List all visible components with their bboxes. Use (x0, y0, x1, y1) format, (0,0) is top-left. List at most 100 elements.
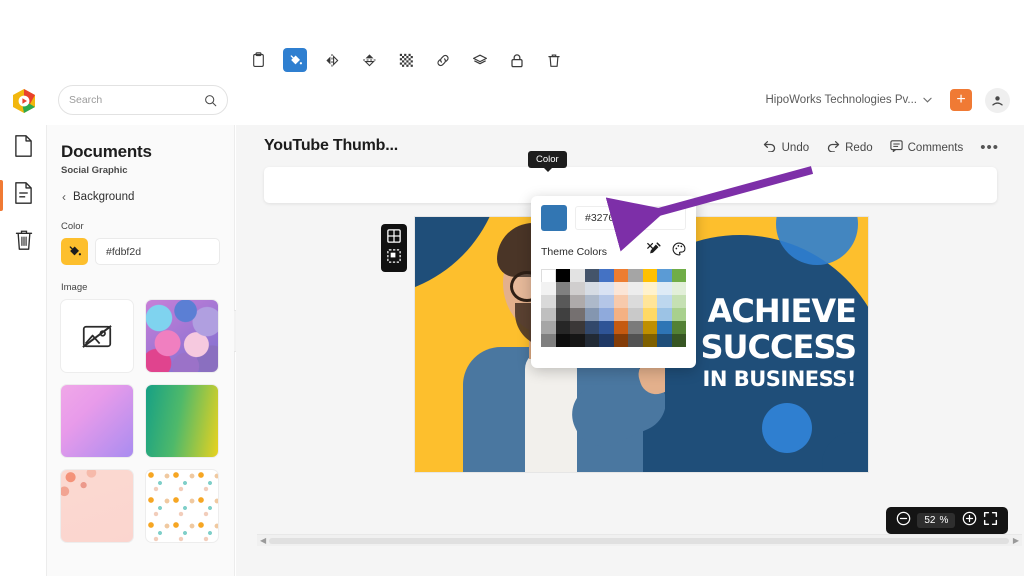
hex-value-field[interactable]: #3276b3 (575, 206, 686, 230)
color-swatch-1-4[interactable] (599, 282, 614, 295)
add-new-button[interactable]: + (950, 89, 972, 111)
search-icon[interactable] (204, 94, 217, 107)
color-swatch-3-3[interactable] (584, 308, 599, 321)
color-swatch-2-7[interactable] (642, 295, 657, 308)
lock-icon[interactable] (505, 48, 529, 72)
color-swatch-3-1[interactable] (555, 308, 570, 321)
color-swatch-1-8[interactable] (657, 282, 672, 295)
background-color-hex-input[interactable]: #fdbf2d (95, 238, 220, 265)
thumbnail-green-yellow-gradient[interactable] (145, 384, 219, 458)
document-title[interactable]: YouTube Thumb... (264, 137, 398, 155)
clipboard-icon[interactable] (246, 48, 270, 72)
color-swatch-4-3[interactable] (584, 321, 599, 334)
color-swatch-3-5[interactable] (613, 308, 628, 321)
color-swatch-3-9[interactable] (671, 308, 686, 321)
selection-tools-widget[interactable] (381, 224, 407, 272)
color-swatch-3-0[interactable] (541, 308, 556, 321)
zoom-out-button[interactable] (896, 511, 911, 531)
zoom-level-display[interactable]: 52 % (917, 513, 956, 528)
undo-button[interactable]: Undo (763, 140, 809, 155)
search-box[interactable] (58, 85, 228, 115)
selected-color-swatch[interactable] (541, 205, 567, 231)
color-swatch-2-0[interactable] (541, 295, 556, 308)
eyedropper-none-icon[interactable] (647, 242, 661, 261)
color-swatch-5-8[interactable] (657, 334, 672, 347)
search-input[interactable] (69, 94, 204, 106)
color-swatch-1-9[interactable] (671, 282, 686, 295)
color-swatch-2-6[interactable] (628, 295, 643, 308)
theme-color-swatches[interactable] (541, 269, 686, 347)
color-swatch-5-5[interactable] (613, 334, 628, 347)
color-picker-popup[interactable]: #3276b3 Theme Colors (531, 196, 696, 368)
color-swatch-2-9[interactable] (671, 295, 686, 308)
crop-icon[interactable] (387, 248, 401, 268)
color-swatch-1-6[interactable] (628, 282, 643, 295)
expand-icon[interactable] (983, 511, 998, 531)
color-swatch-4-9[interactable] (671, 321, 686, 334)
fill-bucket-icon[interactable] (283, 48, 307, 72)
scroll-left-arrow[interactable]: ◀ (260, 536, 266, 545)
color-swatch-4-4[interactable] (599, 321, 614, 334)
zoom-control[interactable]: 52 % (886, 507, 1008, 534)
color-swatch-2-1[interactable] (555, 295, 570, 308)
color-swatch-1-0[interactable] (541, 282, 556, 295)
background-fill-bucket-button[interactable] (61, 238, 88, 265)
color-swatch-2-3[interactable] (584, 295, 599, 308)
user-avatar-icon[interactable] (985, 88, 1010, 113)
color-swatch-2-5[interactable] (613, 295, 628, 308)
color-swatch-3-2[interactable] (570, 308, 585, 321)
color-swatch-5-3[interactable] (584, 334, 599, 347)
color-swatch-1-1[interactable] (555, 282, 570, 295)
flip-vertical-icon[interactable] (357, 48, 381, 72)
comments-button[interactable]: Comments (889, 140, 963, 155)
horizontal-scrollbar[interactable]: ◀ ▶ (257, 534, 1022, 546)
thumbnail-pink-floral[interactable] (60, 469, 134, 543)
chevron-down-icon[interactable] (923, 95, 932, 105)
redo-button[interactable]: Redo (826, 140, 873, 155)
color-swatch-2-2[interactable] (570, 295, 585, 308)
color-swatch-2-4[interactable] (599, 295, 614, 308)
color-swatch-4-6[interactable] (628, 321, 643, 334)
flip-horizontal-icon[interactable] (320, 48, 344, 72)
sidebar-item-pages[interactable] (0, 125, 47, 172)
color-swatch-3-4[interactable] (599, 308, 614, 321)
color-swatch-3-6[interactable] (628, 308, 643, 321)
more-options-button[interactable]: ••• (980, 140, 999, 155)
app-logo-icon[interactable] (11, 88, 37, 114)
color-swatch-1-7[interactable] (642, 282, 657, 295)
color-swatch-4-0[interactable] (541, 321, 556, 334)
color-swatch-2-8[interactable] (657, 295, 672, 308)
scroll-right-arrow[interactable]: ▶ (1013, 536, 1019, 545)
color-swatch-4-2[interactable] (570, 321, 585, 334)
color-swatch-5-1[interactable] (555, 334, 570, 347)
color-swatch-3-8[interactable] (657, 308, 672, 321)
palette-icon[interactable] (672, 242, 686, 261)
color-swatch-4-1[interactable] (555, 321, 570, 334)
color-swatch-5-0[interactable] (541, 334, 556, 347)
grid-icon[interactable] (387, 228, 401, 248)
link-icon[interactable] (431, 48, 455, 72)
color-swatch-4-7[interactable] (642, 321, 657, 334)
color-swatch-4-5[interactable] (613, 321, 628, 334)
scrollbar-thumb[interactable] (269, 538, 1009, 544)
color-swatch-5-7[interactable] (642, 334, 657, 347)
color-swatch-1-5[interactable] (613, 282, 628, 295)
thumbnail-orange-pattern[interactable] (145, 469, 219, 543)
color-swatch-3-7[interactable] (642, 308, 657, 321)
sidebar-item-document[interactable] (0, 172, 47, 219)
color-swatch-5-4[interactable] (599, 334, 614, 347)
thumbnail-pink-violet-gradient[interactable] (60, 384, 134, 458)
thumbnail-mesh-gradient[interactable] (145, 299, 219, 373)
delete-icon[interactable] (542, 48, 566, 72)
color-swatch-4-8[interactable] (657, 321, 672, 334)
sidebar-item-trash[interactable] (0, 219, 47, 266)
layers-icon[interactable] (468, 48, 492, 72)
color-swatch-1-2[interactable] (570, 282, 585, 295)
color-swatch-5-9[interactable] (671, 334, 686, 347)
thumbnail-no-image[interactable] (60, 299, 134, 373)
color-swatch-5-2[interactable] (570, 334, 585, 347)
org-switcher[interactable]: HipoWorks Technologies Pv... (766, 90, 933, 110)
transparency-icon[interactable] (394, 48, 418, 72)
color-swatch-5-6[interactable] (628, 334, 643, 347)
zoom-in-button[interactable] (962, 511, 977, 531)
